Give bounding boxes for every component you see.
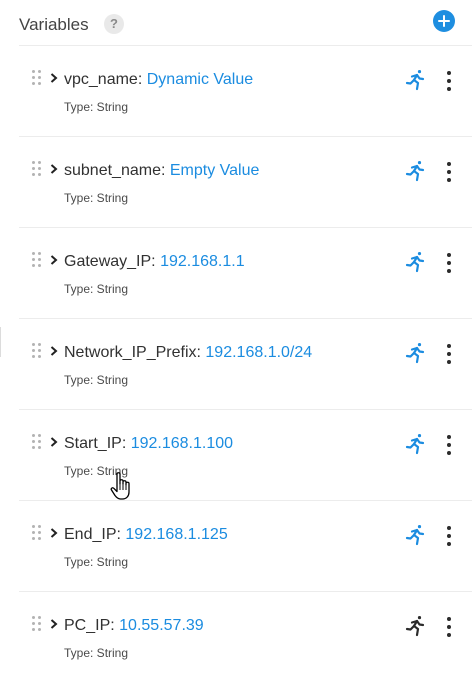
variables-header: Variables ? <box>0 0 472 46</box>
variable-separator: : <box>116 526 121 543</box>
variable-type: Type: String <box>64 373 129 387</box>
variable-line[interactable]: End_IP: 192.168.1.125 <box>64 526 228 544</box>
variable-separator: : <box>121 435 127 452</box>
variable-row: Gateway_IP: 192.168.1.1 Type: String <box>19 228 472 319</box>
run-icon[interactable] <box>404 159 428 183</box>
variable-value: 192.168.1.100 <box>130 435 234 452</box>
drag-handle-icon[interactable] <box>32 343 42 361</box>
hand-cursor-icon <box>110 472 130 500</box>
run-icon[interactable] <box>404 432 428 456</box>
variable-value: 192.168.1.0/24 <box>205 344 313 361</box>
variable-row: vpc_name: Dynamic Value Type: String <box>19 46 472 137</box>
variable-value: 192.168.1.1 <box>160 253 245 270</box>
chevron-right-icon[interactable] <box>50 255 58 265</box>
chevron-right-icon[interactable] <box>50 164 58 174</box>
variable-type: Type: String <box>64 191 129 205</box>
chevron-right-icon[interactable] <box>50 73 58 83</box>
drag-handle-icon[interactable] <box>32 525 42 543</box>
run-icon[interactable] <box>404 614 428 638</box>
variable-name: Gateway_IP <box>64 253 152 270</box>
variable-line[interactable]: vpc_name: Dynamic Value <box>64 71 253 89</box>
variable-value: 10.55.57.39 <box>119 617 204 634</box>
variable-list: vpc_name: Dynamic Value Type: String sub… <box>0 46 472 682</box>
variable-name: End_IP <box>64 526 117 543</box>
chevron-right-icon[interactable] <box>50 437 58 447</box>
variable-row: subnet_name: Empty Value Type: String <box>19 137 472 228</box>
run-icon[interactable] <box>404 341 428 365</box>
chevron-right-icon[interactable] <box>50 346 58 356</box>
chevron-right-icon[interactable] <box>50 528 58 538</box>
section-title: Variables <box>19 15 89 34</box>
variable-name: Start_IP <box>64 435 122 452</box>
variable-type: Type: String <box>64 100 129 114</box>
variable-name: Network_IP_Prefix <box>64 344 197 361</box>
question-icon[interactable]: ? <box>104 14 124 34</box>
variable-line[interactable]: Start_IP: 192.168.1.100 <box>64 435 233 453</box>
variable-separator: : <box>137 71 143 88</box>
variable-name: PC_IP <box>64 617 111 634</box>
chevron-right-icon[interactable] <box>50 619 58 629</box>
drag-handle-icon[interactable] <box>32 252 42 270</box>
variable-name: vpc_name <box>64 71 138 88</box>
variable-separator: : <box>196 344 201 361</box>
variable-row: PC_IP: 10.55.57.39 Type: String <box>19 592 472 682</box>
drag-handle-icon[interactable] <box>32 70 42 88</box>
plus-circle-icon[interactable] <box>433 10 455 32</box>
run-icon[interactable] <box>404 250 428 274</box>
run-icon[interactable] <box>404 68 428 92</box>
variable-type: Type: String <box>64 646 129 660</box>
variable-name: subnet_name <box>64 162 161 179</box>
variable-separator: : <box>160 162 166 179</box>
variable-separator: : <box>110 617 115 634</box>
variable-line[interactable]: PC_IP: 10.55.57.39 <box>64 617 204 635</box>
variable-value: Dynamic Value <box>146 71 254 88</box>
variable-line[interactable]: Gateway_IP: 192.168.1.1 <box>64 253 245 271</box>
more-vertical-icon[interactable] <box>445 161 453 183</box>
variable-line[interactable]: subnet_name: Empty Value <box>64 162 259 180</box>
variable-value: Empty Value <box>169 162 260 179</box>
drag-handle-icon[interactable] <box>32 434 42 452</box>
variable-row: Start_IP: 192.168.1.100 Type: String <box>19 410 472 501</box>
drag-handle-icon[interactable] <box>32 161 42 179</box>
variable-value: 192.168.1.125 <box>125 526 228 543</box>
more-vertical-icon[interactable] <box>445 70 453 92</box>
more-vertical-icon[interactable] <box>445 343 453 365</box>
variable-type: Type: String <box>64 555 129 569</box>
variable-row: Network_IP_Prefix: 192.168.1.0/24 Type: … <box>19 319 472 410</box>
more-vertical-icon[interactable] <box>445 434 453 456</box>
variable-type: Type: String <box>64 282 129 296</box>
variable-separator: : <box>151 253 156 270</box>
more-vertical-icon[interactable] <box>445 525 453 547</box>
run-icon[interactable] <box>404 523 428 547</box>
variable-line[interactable]: Network_IP_Prefix: 192.168.1.0/24 <box>64 344 312 362</box>
drag-handle-icon[interactable] <box>32 616 42 634</box>
more-vertical-icon[interactable] <box>445 616 453 638</box>
more-vertical-icon[interactable] <box>445 252 453 274</box>
variable-row: End_IP: 192.168.1.125 Type: String <box>19 501 472 592</box>
